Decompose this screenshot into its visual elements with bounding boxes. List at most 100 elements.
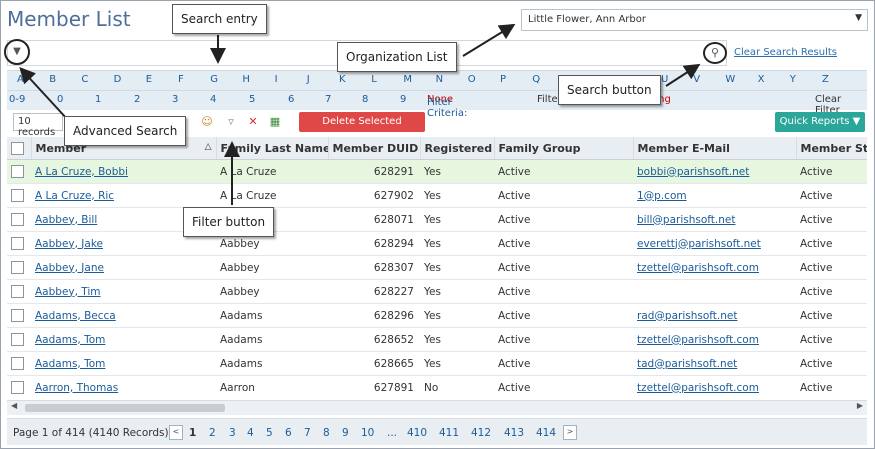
delete-selected-members-button[interactable]: Delete Selected Members: [299, 112, 425, 147]
number-filter-3[interactable]: 3: [172, 94, 178, 105]
member-email-link[interactable]: tzettel@parishsoft.com: [637, 262, 759, 274]
alpha-filter-i[interactable]: I: [275, 74, 278, 85]
number-filter-4[interactable]: 4: [210, 94, 216, 105]
column-header-family-last-name[interactable]: Family Last Name: [216, 137, 329, 160]
row-select-cell[interactable]: [7, 159, 31, 184]
alpha-filter-p[interactable]: P: [500, 74, 506, 85]
pager-page-5[interactable]: 5: [266, 427, 273, 439]
export-icon[interactable]: ▦: [267, 114, 283, 130]
scroll-left-icon[interactable]: ◀: [11, 401, 17, 410]
alpha-filter-y[interactable]: Y: [790, 74, 796, 85]
row-checkbox[interactable]: [11, 357, 24, 370]
pager-page-7[interactable]: 7: [304, 427, 311, 439]
member-email-link[interactable]: everettj@parishsoft.net: [637, 238, 761, 250]
pager-page-412[interactable]: 412: [471, 427, 491, 439]
alpha-filter-u[interactable]: U: [661, 74, 668, 85]
row-checkbox[interactable]: [11, 309, 24, 322]
row-select-cell[interactable]: [7, 375, 31, 399]
number-filter-5[interactable]: 5: [249, 94, 255, 105]
row-select-cell[interactable]: [7, 207, 31, 232]
member-name-link[interactable]: Aadams, Becca: [35, 310, 116, 322]
member-name-link[interactable]: Aabbey, Tim: [35, 286, 101, 298]
records-per-page-select[interactable]: 10 records: [13, 113, 63, 138]
horizontal-scrollbar[interactable]: ◀ ▶: [7, 400, 867, 415]
column-header-registered[interactable]: Registered: [420, 137, 495, 160]
alpha-filter-z[interactable]: Z: [822, 74, 829, 85]
alpha-filter-e[interactable]: E: [146, 74, 152, 85]
table-row[interactable]: Aabbey, Jake Aabbey 628294 Yes Active everett…: [7, 231, 867, 256]
alpha-filter-w[interactable]: W: [725, 74, 735, 85]
member-email-link[interactable]: rad@parishsoft.net: [637, 310, 737, 322]
scrollbar-thumb[interactable]: [25, 404, 225, 412]
advanced-search-toggle-icon[interactable]: ▼: [8, 43, 26, 61]
number-filter-9[interactable]: 9: [400, 94, 406, 105]
number-filter-2[interactable]: 2: [134, 94, 140, 105]
scroll-right-icon[interactable]: ▶: [857, 401, 863, 410]
member-email-link[interactable]: tzettel@parishsoft.com: [637, 382, 759, 394]
pager-page-9[interactable]: 9: [342, 427, 349, 439]
member-email-link[interactable]: tzettel@parishsoft.com: [637, 334, 759, 346]
table-row[interactable]: Aabbey, Jane Aabbey 628307 Yes Active tzettel…: [7, 255, 867, 280]
select-all-cell[interactable]: [7, 137, 32, 160]
alpha-filter-v[interactable]: V: [693, 74, 700, 85]
number-filter-1[interactable]: 1: [95, 94, 101, 105]
row-checkbox[interactable]: [11, 189, 24, 202]
search-button[interactable]: ⚲: [703, 42, 727, 64]
member-name-link[interactable]: Aabbey, Jake: [35, 238, 103, 250]
row-checkbox[interactable]: [11, 237, 24, 250]
member-email-link[interactable]: 1@p.com: [637, 190, 687, 202]
table-row[interactable]: Aadams, Tom Aadams 628665 Yes Active tad@pari…: [7, 351, 867, 376]
member-name-link[interactable]: Aadams, Tom: [35, 358, 105, 370]
table-row[interactable]: A La Cruze, Bobbi A La Cruze 628291 Yes Acti…: [7, 159, 867, 184]
member-email-link[interactable]: tad@parishsoft.net: [637, 358, 737, 370]
alpha-filter-j[interactable]: J: [307, 74, 310, 85]
add-member-icon[interactable]: ☺: [199, 114, 215, 130]
pager-page-4[interactable]: 4: [247, 427, 254, 439]
pager-page-6[interactable]: 6: [285, 427, 292, 439]
row-checkbox[interactable]: [11, 165, 24, 178]
alpha-filter-a[interactable]: A: [17, 74, 24, 85]
number-filter-6[interactable]: 6: [288, 94, 294, 105]
member-name-link[interactable]: Aarron, Thomas: [35, 382, 118, 394]
alpha-filter-o[interactable]: O: [468, 74, 476, 85]
pager-page-410[interactable]: 410: [407, 427, 427, 439]
member-email-link[interactable]: bobbi@parishsoft.net: [637, 166, 749, 178]
table-row[interactable]: Aadams, Tom Aadams 628652 Yes Active tzettel@…: [7, 327, 867, 352]
member-name-link[interactable]: Aadams, Tom: [35, 334, 105, 346]
member-name-link[interactable]: Aabbey, Bill: [35, 214, 97, 226]
member-name-link[interactable]: A La Cruze, Bobbi: [35, 166, 128, 178]
next-page-icon[interactable]: >: [563, 425, 577, 440]
table-row[interactable]: A La Cruze, Ric A La Cruze 627902 Yes Active…: [7, 183, 867, 208]
row-select-cell[interactable]: [7, 327, 31, 352]
row-select-cell[interactable]: [7, 183, 31, 208]
row-checkbox[interactable]: [11, 333, 24, 346]
row-select-cell[interactable]: [7, 351, 31, 376]
table-row[interactable]: Aabbey, Tim Aabbey 628227 Yes Active Active: [7, 279, 867, 304]
table-row[interactable]: Aabbey, BillAabbey628071YesActivebill@pa…: [7, 207, 867, 232]
number-filter-0[interactable]: 0: [57, 94, 63, 105]
pager-page-2[interactable]: 2: [209, 427, 216, 439]
column-header-member-email[interactable]: Member E-Mail: [633, 137, 797, 160]
pager-page-1[interactable]: 1: [189, 427, 196, 439]
clear-filter-icon[interactable]: ✕: [245, 114, 261, 130]
pager-page-3[interactable]: 3: [229, 427, 236, 439]
table-row[interactable]: Aadams, Becca Aadams 628296 Yes Active rad@pa…: [7, 303, 867, 328]
alpha-filter-d[interactable]: D: [114, 74, 122, 85]
select-all-checkbox[interactable]: [11, 141, 24, 155]
pager-page-411[interactable]: 411: [439, 427, 459, 439]
clear-search-results-link[interactable]: Clear Search Results: [734, 47, 837, 58]
pager-page-414[interactable]: 414: [536, 427, 556, 439]
pager-page-8[interactable]: 8: [323, 427, 330, 439]
alpha-filter-n[interactable]: N: [436, 74, 443, 85]
member-name-link[interactable]: Aabbey, Jane: [35, 262, 104, 274]
alpha-filter-c[interactable]: C: [81, 74, 88, 85]
prev-page-icon[interactable]: <: [169, 425, 183, 440]
row-checkbox[interactable]: [11, 261, 24, 274]
quick-reports-button[interactable]: Quick Reports ▼: [775, 112, 865, 132]
row-select-cell[interactable]: [7, 279, 31, 304]
column-header-member-status[interactable]: Member Sta: [796, 137, 867, 160]
number-filter-8[interactable]: 8: [362, 94, 368, 105]
row-checkbox[interactable]: [11, 213, 24, 226]
pager-page-10[interactable]: 10: [361, 427, 374, 439]
alpha-filter-f[interactable]: F: [178, 74, 184, 85]
